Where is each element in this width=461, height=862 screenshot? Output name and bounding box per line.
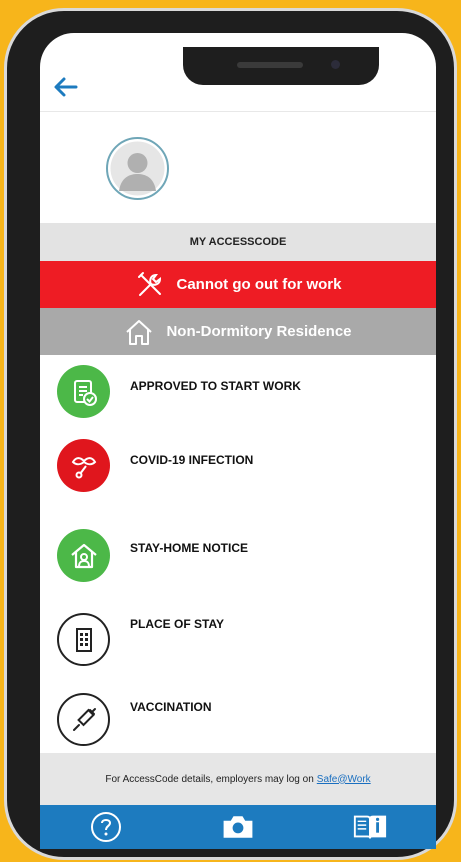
help-icon <box>91 812 121 842</box>
house-icon <box>126 319 153 345</box>
item-label: STAY-HOME NOTICE <box>130 541 249 555</box>
safe-at-work-link[interactable]: Safe@Work <box>317 774 371 785</box>
building-icon <box>57 613 110 666</box>
item-label: COVID-19 INFECTION <box>130 453 254 467</box>
bottom-navigation <box>40 805 436 849</box>
camera-icon <box>223 816 253 838</box>
tools-cross-icon <box>137 271 161 296</box>
arrow-left-icon <box>54 77 78 97</box>
accesscode-title: MY ACCESSCODE <box>40 223 436 261</box>
approved-document-icon <box>57 365 110 418</box>
virus-infection-icon <box>57 439 110 492</box>
list-item-approved-to-start-work[interactable]: APPROVED TO START WORK <box>40 365 436 435</box>
info-book-icon <box>353 815 387 839</box>
app-screen: MY ACCESSCODE Cannot go out for work Non… <box>40 33 436 849</box>
front-camera <box>331 60 340 69</box>
header-divider <box>40 111 436 112</box>
item-label: PLACE OF STAY <box>130 617 225 631</box>
list-item-place-of-stay[interactable]: PLACE OF STAY <box>40 613 436 683</box>
list-item-covid-19-infection[interactable]: COVID-19 INFECTION <box>40 439 436 509</box>
syringe-icon <box>57 693 110 746</box>
camera-button[interactable] <box>220 809 256 845</box>
list-item-stay-home-notice[interactable]: STAY-HOME NOTICE <box>40 529 436 599</box>
back-button[interactable] <box>52 73 80 101</box>
help-button[interactable] <box>88 809 124 845</box>
info-button[interactable] <box>352 809 388 845</box>
employer-note-text: For AccessCode details, employers may lo… <box>105 773 314 785</box>
avatar[interactable] <box>106 137 169 200</box>
residence-text: Non-Dormitory Residence <box>166 323 352 340</box>
item-label: APPROVED TO START WORK <box>130 379 301 393</box>
speaker-grille <box>237 62 303 68</box>
phone-frame: MY ACCESSCODE Cannot go out for work Non… <box>4 8 457 860</box>
work-status-text: Cannot go out for work <box>176 276 342 293</box>
employer-note: For AccessCode details, employers may lo… <box>40 753 436 805</box>
item-label: VACCINATION <box>130 700 212 714</box>
home-notice-icon <box>57 529 110 582</box>
phone-notch <box>183 47 379 85</box>
work-status-banner: Cannot go out for work <box>40 261 436 308</box>
user-avatar-icon <box>110 141 165 196</box>
residence-banner: Non-Dormitory Residence <box>40 308 436 355</box>
